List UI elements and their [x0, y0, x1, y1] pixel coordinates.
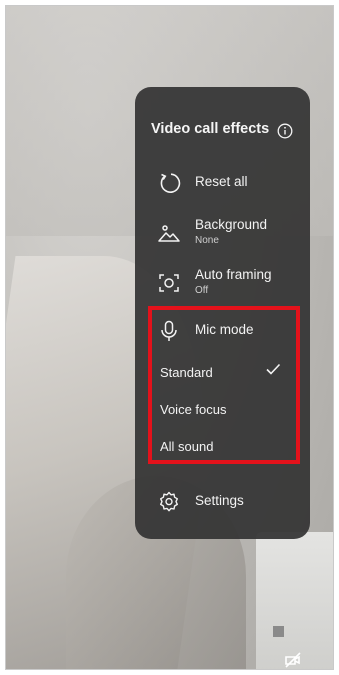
- camera-off-icon[interactable]: [283, 650, 303, 670]
- image-icon: [158, 225, 180, 242]
- reset-all-label: Reset all: [195, 174, 248, 189]
- background-label: Background: [195, 217, 268, 232]
- background-option[interactable]: Background None: [135, 213, 310, 253]
- background-value: None: [195, 235, 219, 246]
- settings-button[interactable]: Settings: [135, 482, 310, 522]
- auto-framing-option[interactable]: Auto framing Off: [135, 263, 310, 303]
- reset-icon: [160, 173, 181, 193]
- screen-frame: Video call effects Reset all Background …: [5, 5, 334, 670]
- auto-framing-value: Off: [195, 285, 209, 296]
- mic-mode-highlight-box: [148, 306, 300, 464]
- video-call-effects-panel: Video call effects Reset all Background …: [135, 87, 310, 539]
- settings-label: Settings: [195, 493, 244, 508]
- auto-framing-icon: [159, 274, 179, 292]
- info-icon[interactable]: [277, 123, 293, 139]
- preview-marker: [273, 626, 284, 637]
- gear-icon: [160, 491, 178, 512]
- reset-all-button[interactable]: Reset all: [135, 163, 310, 203]
- panel-title: Video call effects: [151, 121, 270, 137]
- auto-framing-label: Auto framing: [195, 267, 272, 282]
